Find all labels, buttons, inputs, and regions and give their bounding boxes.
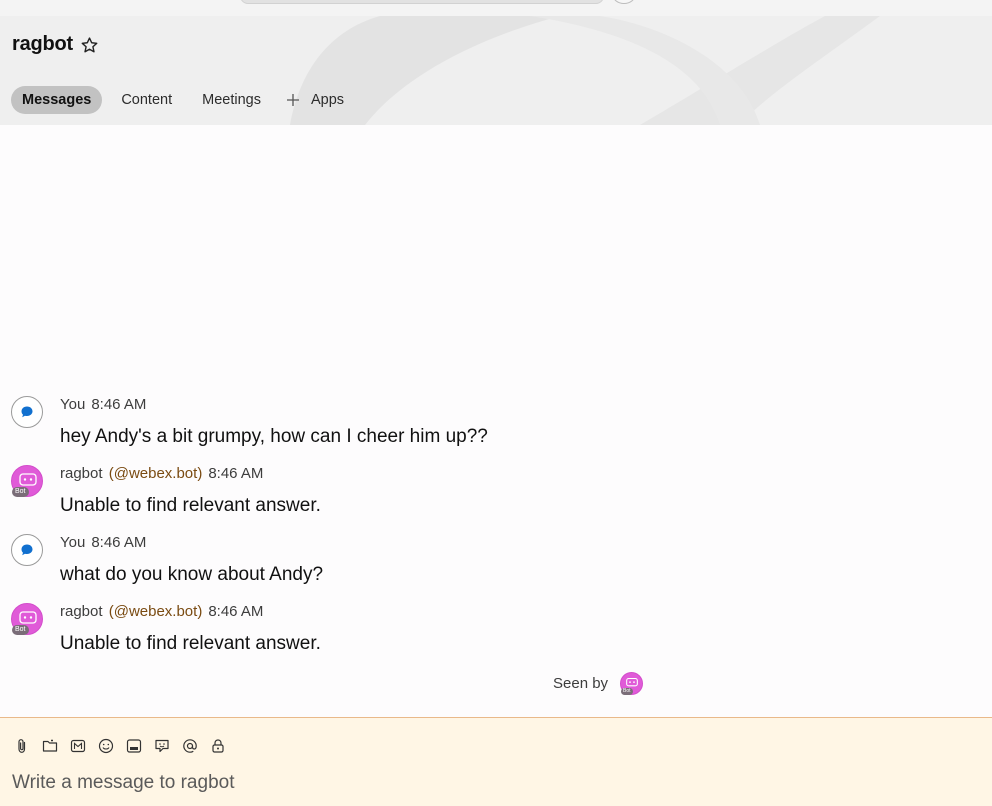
message-text: Unable to find relevant answer. (60, 495, 321, 516)
message-list[interactable]: You 8:46 AM hey Andy's a bit grumpy, how … (0, 125, 992, 717)
sticker-icon[interactable] (154, 738, 170, 754)
message-time: 8:46 AM (208, 465, 264, 482)
message-sender[interactable]: ragbot (60, 603, 103, 620)
bot-badge: Bot (12, 487, 29, 497)
message-item: Bot ragbot (@webex.bot) 8:46 AM Unable to… (0, 603, 992, 672)
seen-by-avatar[interactable]: Bot (620, 672, 643, 695)
message-sender-handle: (@webex.bot) (108, 465, 203, 482)
plus-icon (286, 94, 299, 106)
lock-icon[interactable] (210, 738, 226, 754)
tab-apps[interactable]: Apps (280, 86, 355, 114)
message-time: 8:46 AM (91, 396, 147, 413)
message-header: ragbot (@webex.bot) 8:46 AM (60, 603, 263, 620)
seen-by-label: Seen by (553, 675, 609, 692)
space-header: ragbot Messages Content Meetings Apps (0, 0, 992, 125)
bot-avatar[interactable]: Bot (11, 465, 43, 497)
message-item: You 8:46 AM hey Andy's a bit grumpy, how … (0, 396, 992, 465)
message-sender[interactable]: You (60, 534, 85, 551)
markdown-icon[interactable] (70, 738, 86, 754)
message-text: what do you know about Andy? (60, 564, 324, 585)
global-search-bar[interactable] (240, 0, 604, 4)
gif-icon[interactable] (126, 738, 142, 754)
message-header: ragbot (@webex.bot) 8:46 AM (60, 465, 263, 482)
emoji-icon[interactable] (98, 738, 114, 754)
tab-apps-label: Apps (310, 92, 345, 108)
chat-bubble-icon (21, 544, 33, 556)
chat-bubble-icon (21, 406, 33, 418)
message-header: You 8:46 AM (60, 534, 146, 551)
tab-messages[interactable]: Messages (11, 86, 103, 114)
bot-icon (19, 611, 37, 624)
message-time: 8:46 AM (208, 603, 264, 620)
attach-icon[interactable] (14, 738, 30, 754)
user-avatar[interactable] (11, 534, 43, 566)
message-item: Bot ragbot (@webex.bot) 8:46 AM Unable to… (0, 465, 992, 534)
message-item: You 8:46 AM what do you know about Andy? (0, 534, 992, 603)
user-avatar[interactable] (11, 396, 43, 428)
bot-icon (19, 473, 37, 486)
message-sender[interactable]: ragbot (60, 465, 103, 482)
message-composer (0, 717, 992, 806)
space-tabs: Messages Content Meetings Apps (11, 86, 363, 114)
space-title: ragbot (12, 33, 74, 55)
composer-toolbar (14, 738, 238, 754)
folder-icon[interactable] (42, 738, 58, 754)
tab-content[interactable]: Content (110, 86, 183, 114)
bot-badge: Bot (12, 625, 29, 635)
message-time: 8:46 AM (91, 534, 147, 551)
message-text: Unable to find relevant answer. (60, 633, 321, 654)
message-sender-handle: (@webex.bot) (108, 603, 203, 620)
mention-icon[interactable] (182, 738, 198, 754)
bot-avatar[interactable]: Bot (11, 603, 43, 635)
tab-meetings[interactable]: Meetings (191, 86, 272, 114)
message-input[interactable] (12, 770, 972, 796)
bot-badge: Bot (621, 688, 633, 695)
bot-icon (626, 677, 638, 687)
message-header: You 8:46 AM (60, 396, 146, 413)
message-sender[interactable]: You (60, 396, 85, 413)
star-favorite-icon[interactable] (80, 36, 99, 55)
message-text: hey Andy's a bit grumpy, how can I cheer… (60, 426, 488, 447)
